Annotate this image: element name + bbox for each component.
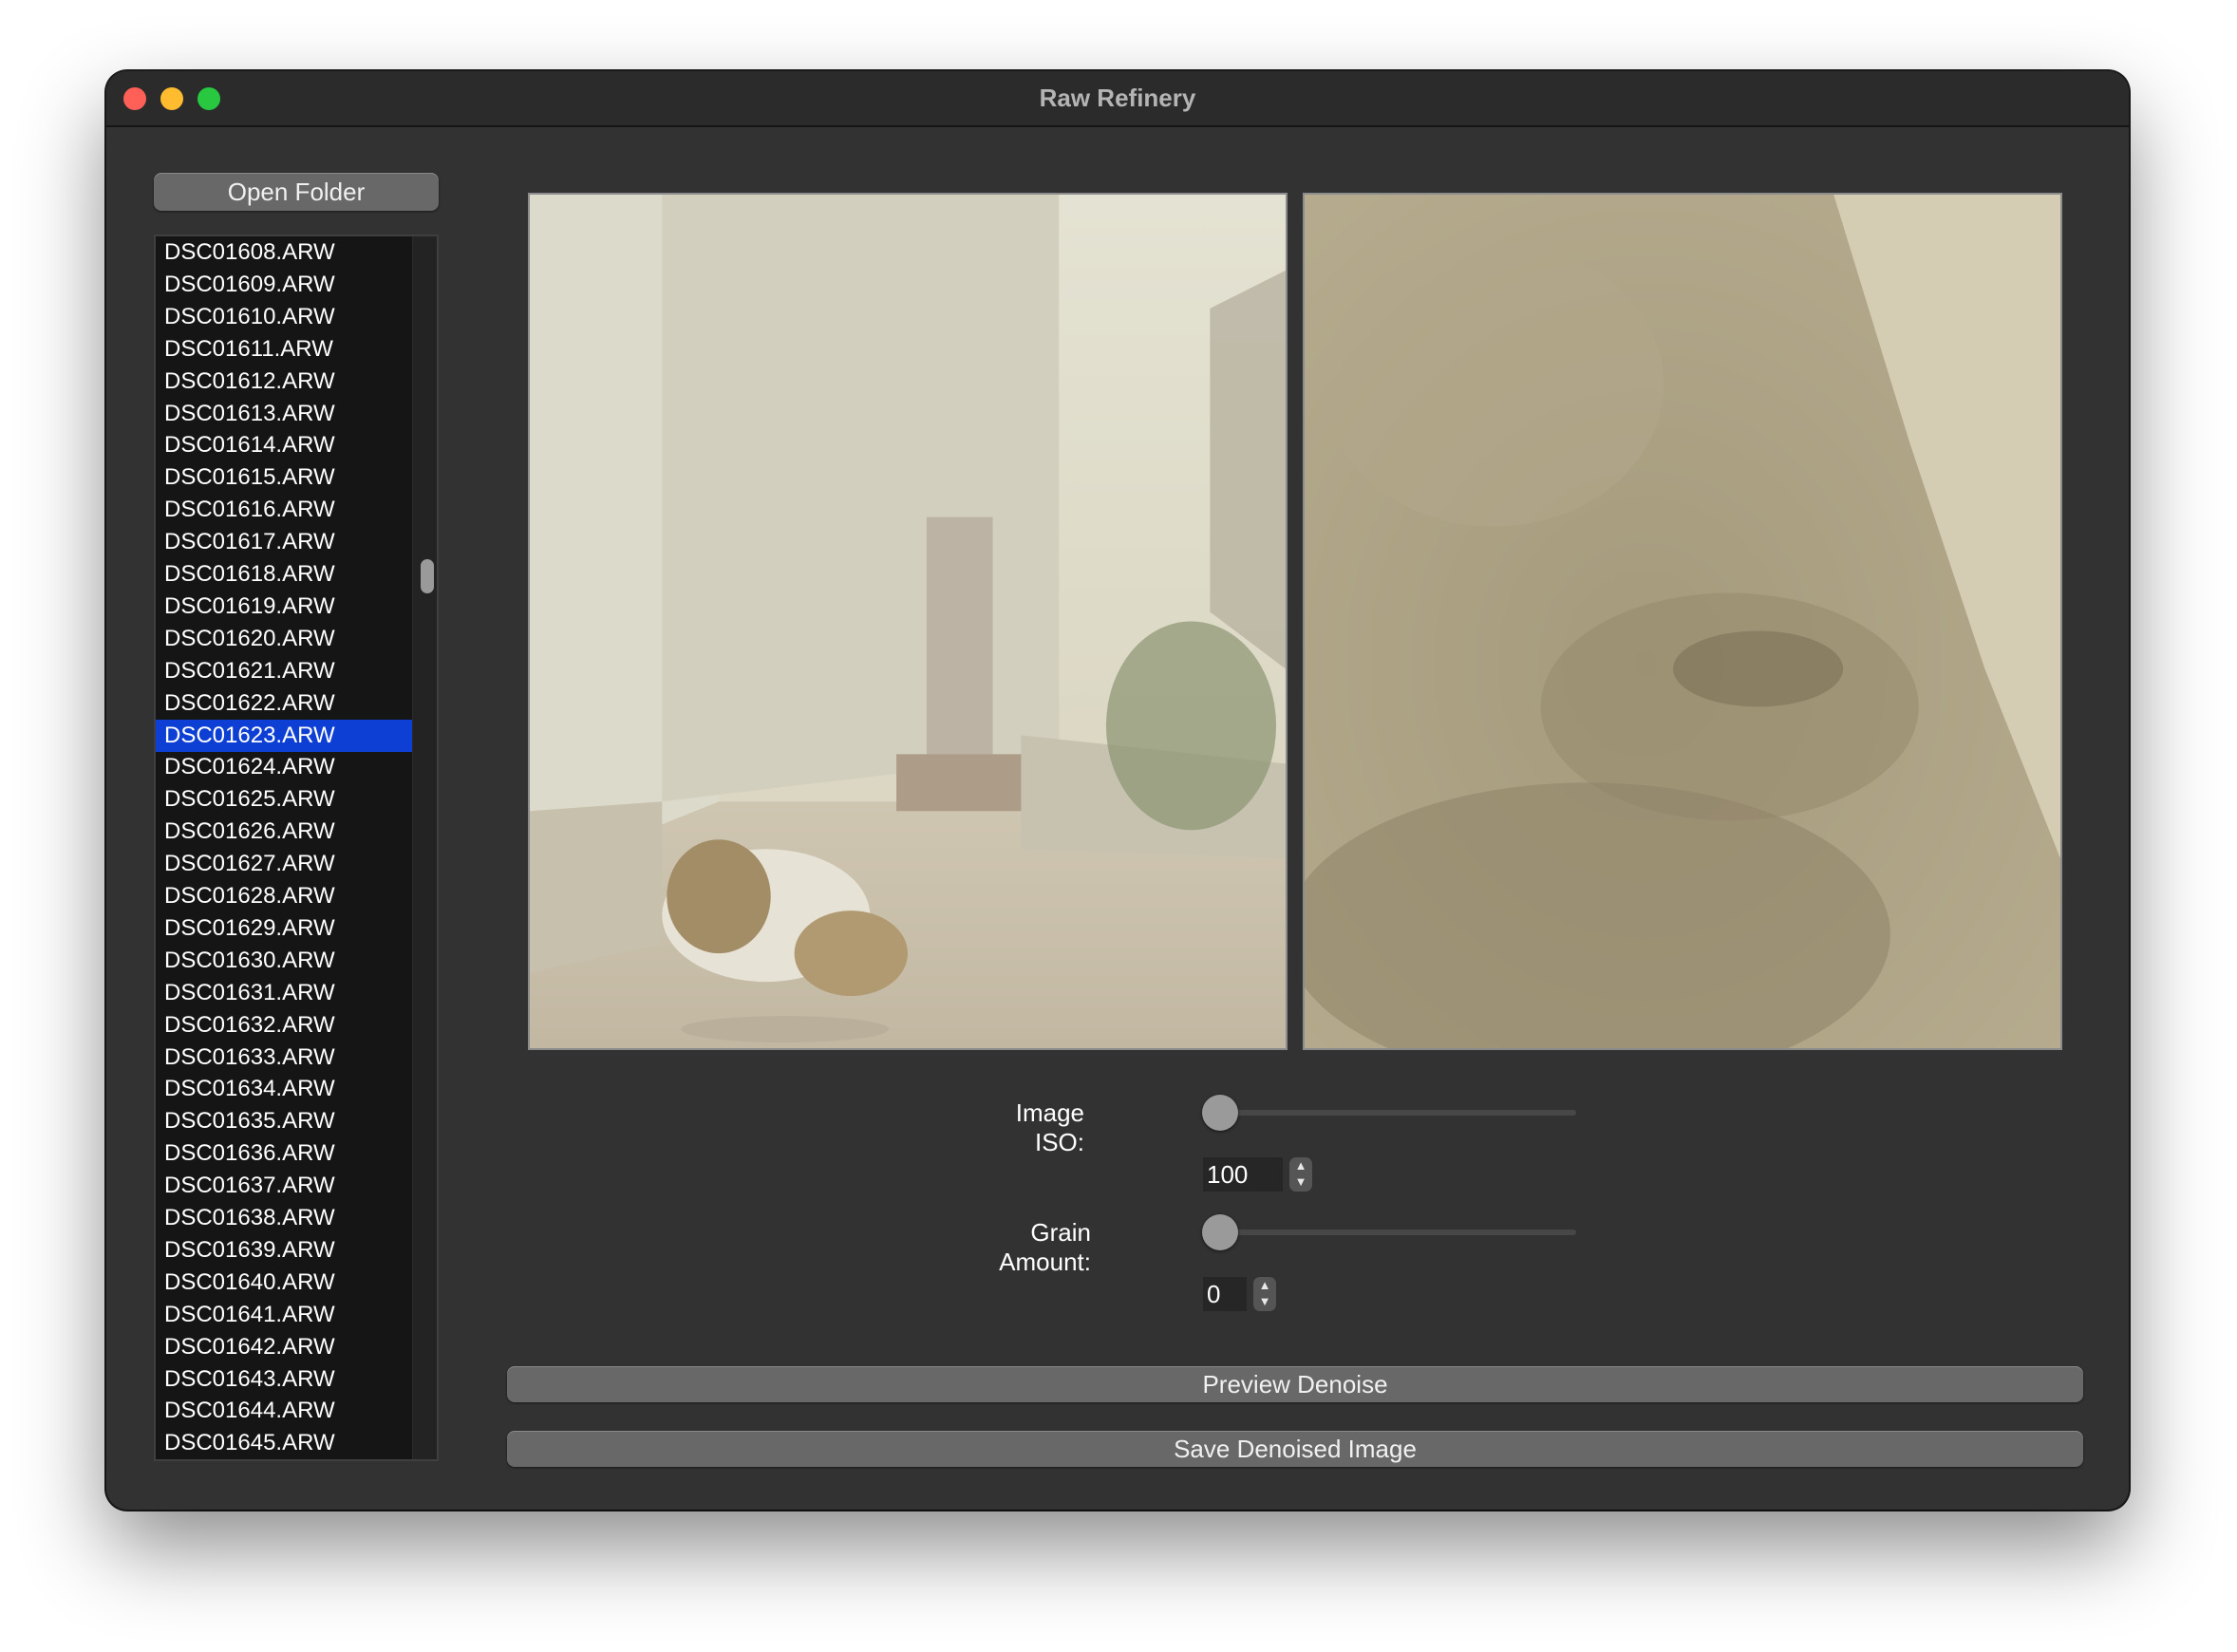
grain-stepper-down-icon[interactable]: ▼ (1253, 1293, 1276, 1309)
file-list-item[interactable]: DSC01608.ARW (156, 236, 412, 269)
window-title: Raw Refinery (1039, 84, 1196, 112)
grain-label: Grain Amount: (999, 1218, 1091, 1276)
preview-denoise-button[interactable]: Preview Denoise (507, 1366, 2083, 1402)
file-list-item[interactable]: DSC01645.ARW (156, 1427, 412, 1459)
file-list-item[interactable]: DSC01621.ARW (156, 655, 412, 687)
file-list-item[interactable]: DSC01612.ARW (156, 366, 412, 398)
file-list-item[interactable]: DSC01628.ARW (156, 880, 412, 912)
file-list-item[interactable]: DSC01639.ARW (156, 1234, 412, 1267)
iso-slider-track[interactable] (1206, 1110, 1576, 1116)
file-list-item[interactable]: DSC01636.ARW (156, 1137, 412, 1170)
grain-stepper-up-icon[interactable]: ▲ (1253, 1277, 1276, 1293)
file-list-item[interactable]: DSC01638.ARW (156, 1202, 412, 1234)
file-list-item[interactable]: DSC01627.ARW (156, 848, 412, 880)
denoised-image (1305, 195, 2060, 1048)
file-list-item[interactable]: DSC01624.ARW (156, 751, 412, 783)
file-list-item[interactable]: DSC01623.ARW (156, 719, 412, 752)
file-list-item[interactable]: DSC01620.ARW (156, 623, 412, 655)
file-list-item[interactable]: DSC01626.ARW (156, 816, 412, 848)
file-list-item[interactable]: DSC01643.ARW (156, 1363, 412, 1396)
file-list-item[interactable]: DSC01634.ARW (156, 1073, 412, 1105)
iso-stepper-up-icon[interactable]: ▲ (1289, 1157, 1312, 1173)
save-denoised-button[interactable]: Save Denoised Image (507, 1431, 2083, 1467)
file-list-item[interactable]: DSC01640.ARW (156, 1267, 412, 1299)
file-list-item[interactable]: DSC01618.ARW (156, 558, 412, 591)
file-list-item[interactable]: DSC01629.ARW (156, 912, 412, 945)
file-list-item[interactable]: DSC01625.ARW (156, 783, 412, 816)
file-list-item[interactable]: DSC01637.ARW (156, 1170, 412, 1202)
open-folder-button[interactable]: Open Folder (154, 173, 439, 211)
file-list-item[interactable]: DSC01619.ARW (156, 591, 412, 623)
file-list-item[interactable]: DSC01614.ARW (156, 429, 412, 461)
original-preview (528, 193, 1288, 1050)
title-bar[interactable]: Raw Refinery (106, 71, 2129, 127)
file-list-item[interactable]: DSC01616.ARW (156, 494, 412, 526)
file-list-item[interactable]: DSC01611.ARW (156, 333, 412, 366)
denoised-preview (1303, 193, 2062, 1050)
file-list-item[interactable]: DSC01635.ARW (156, 1105, 412, 1137)
file-list-scrollbar[interactable] (412, 236, 437, 1459)
iso-input[interactable]: 100 (1203, 1157, 1283, 1192)
file-list-item[interactable]: DSC01644.ARW (156, 1395, 412, 1427)
app-window: Raw Refinery Open Folder DSC01608.ARW DSC… (106, 71, 2129, 1510)
iso-label: Image ISO: (1015, 1098, 1084, 1156)
file-list-item[interactable]: DSC01630.ARW (156, 945, 412, 977)
file-list-item[interactable]: DSC01609.ARW (156, 269, 412, 301)
file-list-item[interactable]: DSC01642.ARW (156, 1331, 412, 1363)
file-list-item[interactable]: DSC01610.ARW (156, 301, 412, 333)
grain-stepper[interactable]: ▲ ▼ (1253, 1277, 1276, 1311)
scrollbar-thumb[interactable] (421, 559, 434, 593)
original-image (530, 195, 1286, 1048)
file-list-item[interactable]: DSC01633.ARW (156, 1042, 412, 1074)
grain-input[interactable]: 0 (1203, 1277, 1247, 1311)
file-list[interactable]: DSC01608.ARW DSC01609.ARW DSC01610.ARW DSC0… (154, 235, 439, 1461)
file-list-item[interactable]: DSC01615.ARW (156, 461, 412, 494)
file-list-item[interactable]: DSC01631.ARW (156, 977, 412, 1009)
iso-slider-knob[interactable] (1202, 1095, 1238, 1131)
file-list-item[interactable]: DSC01632.ARW (156, 1009, 412, 1042)
iso-stepper[interactable]: ▲ ▼ (1289, 1157, 1312, 1192)
file-list-item[interactable]: DSC01613.ARW (156, 398, 412, 430)
file-list-item[interactable]: DSC01617.ARW (156, 526, 412, 558)
iso-stepper-down-icon[interactable]: ▼ (1289, 1173, 1312, 1190)
grain-slider-track[interactable] (1206, 1230, 1576, 1235)
grain-slider-knob[interactable] (1202, 1214, 1238, 1250)
file-list-item[interactable]: DSC01622.ARW (156, 687, 412, 720)
file-list-item[interactable]: DSC01641.ARW (156, 1299, 412, 1331)
